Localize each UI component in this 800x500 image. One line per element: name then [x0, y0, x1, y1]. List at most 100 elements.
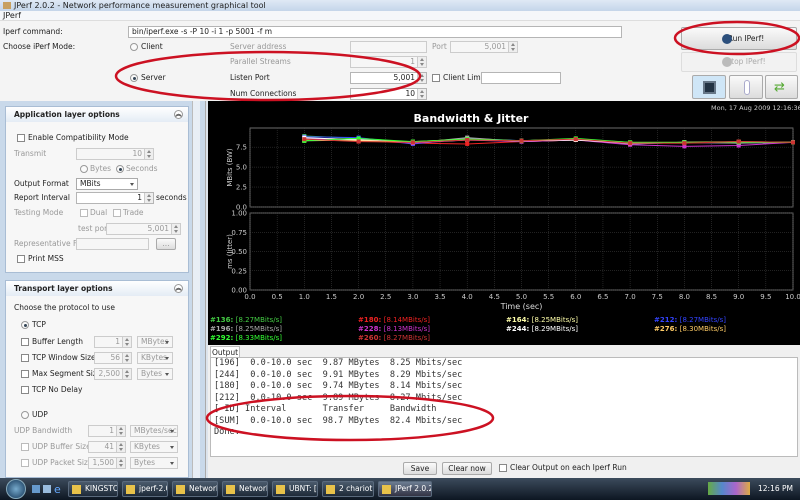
- server-radio[interactable]: [130, 74, 138, 82]
- spinner[interactable]: [417, 57, 426, 67]
- client-limit-field[interactable]: [481, 72, 561, 84]
- compat-checkbox[interactable]: [17, 134, 25, 142]
- trade-checkbox[interactable]: [113, 209, 121, 217]
- taskbar-item[interactable]: jperf-2.0.2: [122, 481, 168, 497]
- num-connections-field[interactable]: 10: [350, 88, 427, 100]
- tcp-option-field[interactable]: 2,500: [94, 368, 132, 380]
- udp-option-unit-select[interactable]: KBytes: [130, 441, 178, 453]
- tcp-option-field[interactable]: 56: [94, 352, 132, 364]
- stop-iperf-button[interactable]: Stop IPerf!: [681, 52, 797, 72]
- collapse-icon[interactable]: ︽: [174, 284, 183, 293]
- chart-timestamp: Mon, 17 Aug 2009 12:16:36: [711, 104, 800, 112]
- port-field[interactable]: 5,001: [450, 41, 518, 53]
- parallel-field[interactable]: 1: [350, 56, 427, 68]
- spinner[interactable]: [171, 224, 180, 234]
- tcp-option-unit-select[interactable]: MBytes: [137, 336, 173, 348]
- udp-option-field[interactable]: 1,500: [88, 457, 126, 469]
- data-point: [302, 137, 307, 142]
- save-config-button[interactable]: [692, 75, 726, 99]
- udp-option-checkbox[interactable]: [21, 459, 29, 467]
- listen-port-field[interactable]: 5,001: [350, 72, 427, 84]
- legend-name: #228:: [358, 325, 384, 333]
- transmit-label: Transmit: [14, 149, 47, 158]
- spinner[interactable]: [116, 442, 125, 452]
- chart-title: Bandwidth & Jitter: [414, 112, 530, 125]
- udp-option-unit-select[interactable]: Bytes: [130, 457, 178, 469]
- legend-entry: #260: [8.27MBits/s]: [358, 334, 430, 342]
- start-button[interactable]: [6, 479, 26, 499]
- spinner[interactable]: [417, 89, 426, 99]
- taskbar-item[interactable]: 2 chariot: [322, 481, 374, 497]
- output-format-select[interactable]: MBits: [76, 178, 138, 190]
- taskbar-item[interactable]: Network Con...: [222, 481, 268, 497]
- port-value: 5,001: [484, 42, 506, 51]
- tcp-option-checkbox[interactable]: [21, 370, 29, 378]
- rep-file-field[interactable]: [76, 238, 149, 250]
- save-output-button[interactable]: Save: [403, 462, 437, 475]
- spinner[interactable]: [417, 73, 426, 83]
- tcp-option-checkbox[interactable]: [21, 354, 29, 362]
- show-desktop-icon[interactable]: [32, 485, 40, 493]
- legend-name: #136:: [210, 316, 236, 324]
- spinner[interactable]: [144, 149, 153, 159]
- taskbar-item[interactable]: Network and ...: [172, 481, 218, 497]
- data-point: [628, 141, 633, 146]
- load-config-button[interactable]: [729, 75, 763, 99]
- command-field[interactable]: bin/iperf.exe -s -P 10 -i 1 -p 5001 -f m: [128, 26, 622, 38]
- spinner[interactable]: [122, 369, 131, 379]
- spinner[interactable]: [116, 426, 125, 436]
- print-mss-checkbox[interactable]: [17, 255, 25, 263]
- tcp-option-field[interactable]: 1: [94, 336, 132, 348]
- dual-checkbox[interactable]: [80, 209, 88, 217]
- transmit-field[interactable]: 10: [76, 148, 154, 160]
- tcp-option-unit-select[interactable]: KBytes: [137, 352, 173, 364]
- legend-value: [8.14MBits/s]: [384, 316, 431, 324]
- bytes-radio[interactable]: [80, 165, 88, 173]
- udp-option-unit-select[interactable]: MBytes/sec: [130, 425, 178, 437]
- switch-windows-icon[interactable]: [43, 485, 51, 493]
- test-port-field[interactable]: 5,001: [106, 223, 181, 235]
- client-limit-checkbox[interactable]: [432, 74, 440, 82]
- tcp-radio[interactable]: [21, 321, 29, 329]
- clock: 12:16 PM: [758, 484, 793, 493]
- tcp-nodelay-checkbox[interactable]: [21, 386, 29, 394]
- legend-value: [8.13MBits/s]: [384, 325, 431, 333]
- x-tick-label: 2.0: [353, 293, 364, 301]
- udp-option-field[interactable]: 41: [88, 441, 126, 453]
- tcp-option-value: 1: [115, 337, 120, 346]
- client-radio[interactable]: [130, 43, 138, 51]
- udp-radio[interactable]: [21, 411, 29, 419]
- udp-option-checkbox[interactable]: [21, 443, 29, 451]
- data-point: [573, 137, 578, 142]
- taskbar-item-label: UBNT: [Bullet ...: [289, 484, 317, 493]
- spinner[interactable]: [116, 458, 125, 468]
- taskbar-item[interactable]: JPerf 2.0.2 - N...: [378, 481, 432, 497]
- clear-now-button[interactable]: Clear now: [442, 462, 492, 475]
- report-interval-value: 1: [137, 193, 142, 202]
- internet-explorer-icon[interactable]: e: [54, 483, 61, 496]
- taskbar-item[interactable]: UBNT: [Bullet ...: [272, 481, 318, 497]
- server-address-field[interactable]: [350, 41, 427, 53]
- output-text-area[interactable]: [196] 0.0-10.0 sec 9.87 MBytes 8.25 Mbit…: [210, 357, 798, 457]
- taskbar: e KINGSTON (F:) jperf-2.0.2 Network and ..…: [0, 478, 800, 500]
- sidebar-scrollbar[interactable]: [192, 101, 200, 478]
- spinner[interactable]: [122, 337, 131, 347]
- udp-option-field[interactable]: 1: [88, 425, 126, 437]
- taskbar-item[interactable]: KINGSTON (F:): [68, 481, 118, 497]
- clear-each-run-checkbox[interactable]: [499, 464, 507, 472]
- output-line: [ ID] Interval Transfer Bandwidth: [214, 404, 437, 414]
- refresh-button[interactable]: ⇄: [765, 75, 798, 99]
- seconds-radio[interactable]: [116, 165, 124, 173]
- menu-jperf[interactable]: JPerf: [3, 11, 21, 20]
- collapse-icon[interactable]: ︽: [174, 110, 183, 119]
- browse-button[interactable]: ...: [156, 238, 176, 250]
- spinner[interactable]: [122, 353, 131, 363]
- spinner[interactable]: [144, 193, 153, 203]
- run-iperf-button[interactable]: Run IPerf!: [681, 27, 797, 50]
- legend-name: #212:: [654, 316, 680, 324]
- spinner[interactable]: [508, 42, 517, 52]
- udp-option-label: UDP Packet Size: [32, 458, 93, 467]
- tcp-option-checkbox[interactable]: [21, 338, 29, 346]
- tcp-option-unit-select[interactable]: Bytes: [137, 368, 173, 380]
- report-interval-field[interactable]: 1: [76, 192, 154, 204]
